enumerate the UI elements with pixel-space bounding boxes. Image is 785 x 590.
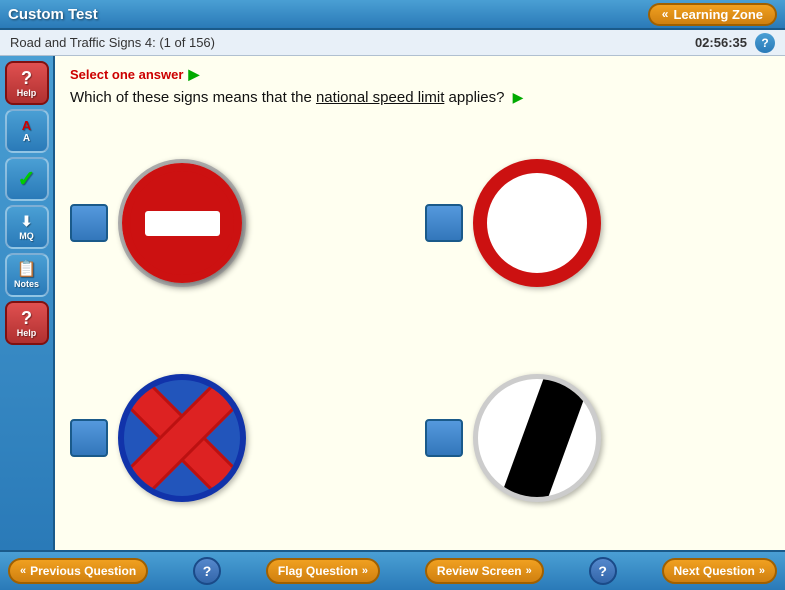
notes-icon: 📋 bbox=[17, 262, 37, 278]
font-large-icon: A bbox=[22, 118, 31, 133]
learning-zone-button[interactable]: « Learning Zone bbox=[648, 3, 777, 26]
sign-no-entry-wrapper bbox=[118, 159, 246, 287]
instruction-arrow-icon: ▶ bbox=[188, 66, 199, 83]
sidebar-font-button[interactable]: A A bbox=[5, 109, 49, 153]
sign-no-entry bbox=[122, 163, 242, 283]
app-header: Custom Test « Learning Zone bbox=[0, 0, 785, 30]
footer-help-left-button[interactable]: ? bbox=[193, 557, 221, 585]
answer-option-a[interactable] bbox=[70, 121, 415, 326]
answer-checkbox-b[interactable] bbox=[425, 204, 463, 242]
sidebar-check-button[interactable]: ✓ bbox=[5, 157, 49, 201]
question-arrow-icon: ▶ bbox=[513, 89, 524, 105]
timer-area: 02:56:35 ? bbox=[695, 33, 775, 53]
next-label: Next Question bbox=[674, 564, 755, 578]
sidebar-help-top-button[interactable]: ? Help bbox=[5, 61, 49, 105]
sidebar-help-bottom-button[interactable]: ? Help bbox=[5, 301, 49, 345]
sign-no-stopping-wrapper bbox=[118, 374, 246, 502]
sign-no-entry-outer bbox=[118, 159, 246, 287]
sidebar-mq-button[interactable]: ⬇ MQ bbox=[5, 205, 49, 249]
previous-question-button[interactable]: « Previous Question bbox=[8, 558, 148, 584]
timer-help-button[interactable]: ? bbox=[755, 33, 775, 53]
footer-help-right-icon: ? bbox=[598, 563, 607, 579]
content-area: Select one answer ▶ Which of these signs… bbox=[55, 56, 785, 550]
footer: « Previous Question ? Flag Question » Re… bbox=[0, 550, 785, 590]
footer-help-left-icon: ? bbox=[203, 563, 212, 579]
sign-no-vehicles bbox=[473, 159, 601, 287]
help-bottom-icon: ? bbox=[21, 309, 32, 327]
question-header: Select one answer ▶ Which of these signs… bbox=[70, 66, 770, 108]
next-question-button[interactable]: Next Question » bbox=[662, 558, 777, 584]
sidebar-help-top-label: Help bbox=[17, 88, 37, 98]
sign-national-speed-wrapper bbox=[473, 374, 601, 502]
review-screen-button[interactable]: Review Screen » bbox=[425, 558, 544, 584]
prev-chevron-icon: « bbox=[20, 565, 26, 577]
timer: 02:56:35 bbox=[695, 35, 747, 50]
answer-grid bbox=[70, 121, 770, 540]
review-chevron-icon: » bbox=[526, 565, 532, 577]
footer-help-right-button[interactable]: ? bbox=[589, 557, 617, 585]
question-text: Which of these signs means that the nati… bbox=[70, 87, 770, 108]
chevron-left-icon: « bbox=[662, 7, 669, 21]
learning-zone-label: Learning Zone bbox=[673, 7, 763, 22]
instruction-line: Select one answer ▶ bbox=[70, 66, 770, 83]
sidebar-help-bottom-label: Help bbox=[17, 328, 37, 338]
sign-no-vehicles-wrapper bbox=[473, 159, 601, 287]
answer-option-d[interactable] bbox=[425, 336, 770, 541]
previous-label: Previous Question bbox=[30, 564, 136, 578]
mq-arrow-icon: ⬇ bbox=[21, 213, 33, 230]
answer-checkbox-c[interactable] bbox=[70, 419, 108, 457]
sidebar-notes-label: Notes bbox=[14, 279, 39, 289]
sign-national-speed-stripe bbox=[497, 374, 594, 502]
flag-label: Flag Question bbox=[278, 564, 358, 578]
check-icon: ✓ bbox=[17, 168, 35, 190]
answer-checkbox-d[interactable] bbox=[425, 419, 463, 457]
sidebar: ? Help A A ✓ ⬇ MQ 📋 Notes ? Help bbox=[0, 56, 55, 550]
app-title: Custom Test bbox=[8, 6, 98, 23]
review-label: Review Screen bbox=[437, 564, 522, 578]
flag-question-button[interactable]: Flag Question » bbox=[266, 558, 380, 584]
help-top-icon: ? bbox=[21, 69, 32, 87]
main-layout: ? Help A A ✓ ⬇ MQ 📋 Notes ? Help Select … bbox=[0, 56, 785, 550]
flag-chevron-icon: » bbox=[362, 565, 368, 577]
answer-option-b[interactable] bbox=[425, 121, 770, 326]
sign-no-stopping bbox=[118, 374, 246, 502]
sign-national-speed bbox=[473, 374, 601, 502]
next-chevron-icon: » bbox=[759, 565, 765, 577]
sidebar-notes-button[interactable]: 📋 Notes bbox=[5, 253, 49, 297]
answer-checkbox-a[interactable] bbox=[70, 204, 108, 242]
font-small-icon: A bbox=[23, 133, 30, 144]
sidebar-mq-label: MQ bbox=[19, 231, 34, 241]
answer-option-c[interactable] bbox=[70, 336, 415, 541]
breadcrumb: Road and Traffic Signs 4: (1 of 156) bbox=[10, 35, 215, 50]
instruction-text: Select one answer bbox=[70, 67, 183, 82]
sub-header: Road and Traffic Signs 4: (1 of 156) 02:… bbox=[0, 30, 785, 56]
